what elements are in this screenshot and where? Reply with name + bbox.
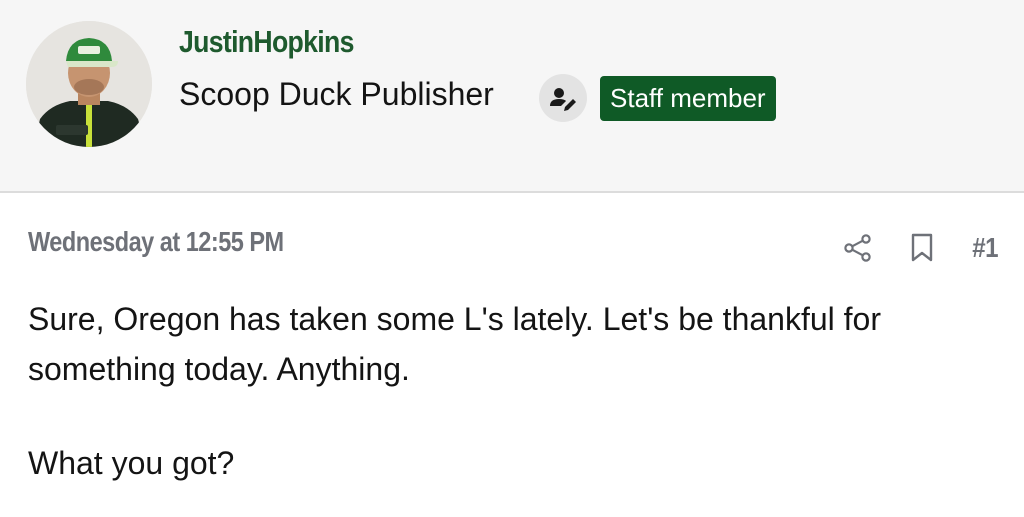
post-user-header: JustinHopkins Scoop Duck Publisher Staff…: [0, 0, 1024, 193]
user-pen-icon: [550, 88, 576, 111]
avatar-image: [26, 21, 152, 147]
user-role-button[interactable]: [539, 74, 587, 122]
post-body: Sure, Oregon has taken some L's lately. …: [28, 294, 998, 488]
username-link[interactable]: JustinHopkins: [179, 24, 354, 60]
post-paragraph: What you got?: [28, 445, 235, 481]
post-paragraph: Sure, Oregon has taken some L's lately. …: [28, 301, 881, 387]
user-title: Scoop Duck Publisher: [179, 76, 494, 112]
post-timestamp[interactable]: Wednesday at 12:55 PM: [28, 226, 284, 258]
bookmark-icon: [911, 233, 933, 262]
thread-post: JustinHopkins Scoop Duck Publisher Staff…: [0, 0, 1024, 517]
post-number-link[interactable]: #1: [972, 232, 998, 264]
post-actions: #1: [838, 228, 999, 268]
user-avatar[interactable]: [26, 21, 152, 147]
share-button[interactable]: [838, 228, 878, 268]
staff-member-badge[interactable]: Staff member: [600, 76, 776, 121]
bookmark-button[interactable]: [906, 228, 938, 268]
share-icon: [844, 234, 871, 262]
